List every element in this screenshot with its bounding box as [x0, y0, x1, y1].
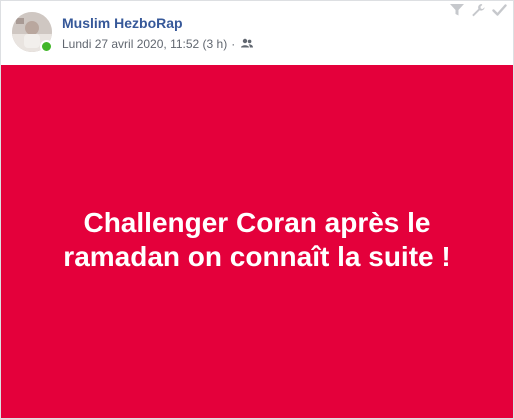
post-message: Challenger Coran après le ramadan on con…: [63, 206, 451, 272]
post-card: Muslim HezboRap Lundi 27 avril 2020, 11:…: [0, 0, 514, 419]
post-header: Muslim HezboRap Lundi 27 avril 2020, 11:…: [1, 1, 513, 65]
friends-icon[interactable]: [241, 37, 254, 51]
author-name[interactable]: Muslim HezboRap: [62, 15, 183, 31]
check-icon[interactable]: [492, 3, 507, 22]
post-text-banner[interactable]: Challenger Coran après le ramadan on con…: [1, 65, 513, 418]
wrench-icon[interactable]: [471, 3, 486, 22]
post-timestamp[interactable]: Lundi 27 avril 2020, 11:52 (3 h): [62, 37, 227, 51]
avatar-container[interactable]: [12, 12, 53, 53]
online-status-dot: [40, 40, 53, 53]
post-meta: Lundi 27 avril 2020, 11:52 (3 h) ·: [62, 37, 254, 51]
filter-icon[interactable]: [449, 3, 465, 22]
meta-separator: ·: [231, 37, 236, 51]
post-toolbar: [449, 3, 507, 22]
